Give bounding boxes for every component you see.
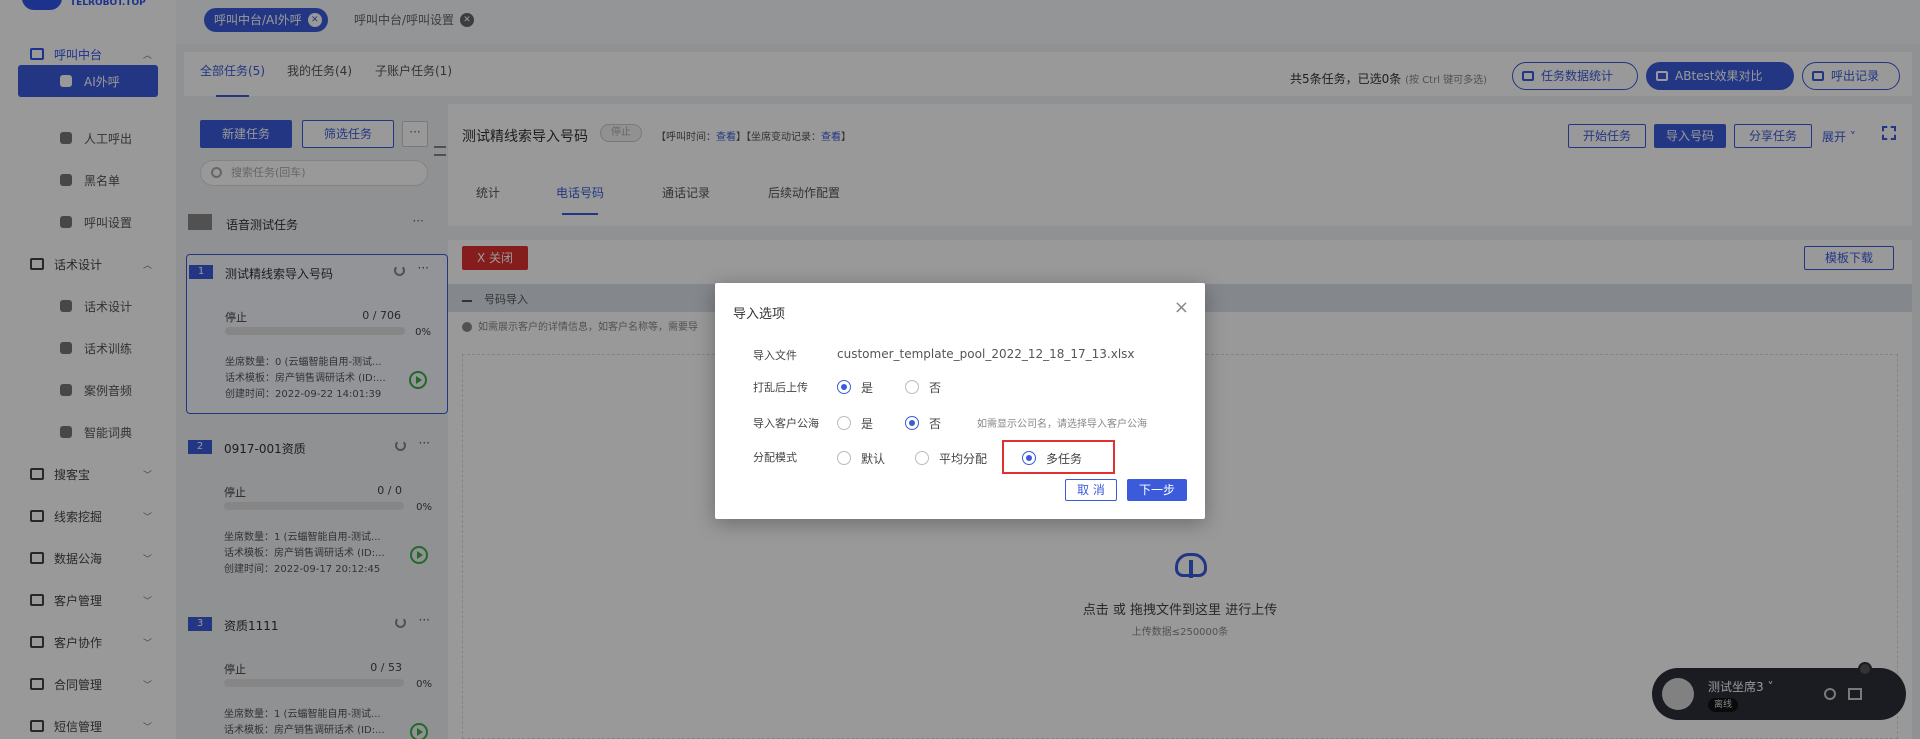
radio-label: 是 — [861, 380, 874, 395]
file-label: 导入文件 — [753, 349, 797, 362]
file-name: customer_template_pool_2022_12_18_17_13.… — [837, 347, 1135, 361]
radio-circle — [905, 416, 919, 430]
shuffle-label: 打乱后上传 — [753, 381, 808, 394]
radio-circle — [837, 451, 851, 465]
radio-label: 否 — [929, 380, 942, 395]
radio-circle — [837, 416, 851, 430]
mode-label: 分配模式 — [753, 451, 797, 464]
dialog-title: 导入选项 — [733, 307, 786, 322]
radio-label: 平均分配 — [939, 451, 988, 466]
pool-no-radio[interactable]: 否 — [905, 415, 941, 431]
pool-label: 导入客户公海 — [753, 417, 819, 430]
radio-circle — [905, 380, 919, 394]
shuffle-no-radio[interactable]: 否 — [905, 379, 941, 395]
radio-circle — [915, 451, 929, 465]
radio-label: 默认 — [861, 451, 886, 466]
shuffle-yes-radio[interactable]: 是 — [837, 379, 873, 395]
radio-circle — [837, 380, 851, 394]
radio-label: 否 — [929, 416, 942, 431]
pool-note: 如需显示公司名，请选择导入客户公海 — [977, 419, 1147, 430]
import-options-dialog: 导入选项 × 导入文件 customer_template_pool_2022_… — [715, 283, 1205, 519]
mode-default-radio[interactable]: 默认 — [837, 450, 885, 466]
mode-average-radio[interactable]: 平均分配 — [915, 450, 987, 466]
next-step-button[interactable]: 下一步 — [1127, 479, 1187, 501]
highlight-box — [1002, 440, 1115, 474]
cancel-button[interactable]: 取 消 — [1065, 479, 1117, 501]
pool-yes-radio[interactable]: 是 — [837, 415, 873, 431]
close-icon[interactable]: × — [1174, 297, 1189, 318]
radio-label: 是 — [861, 416, 874, 431]
